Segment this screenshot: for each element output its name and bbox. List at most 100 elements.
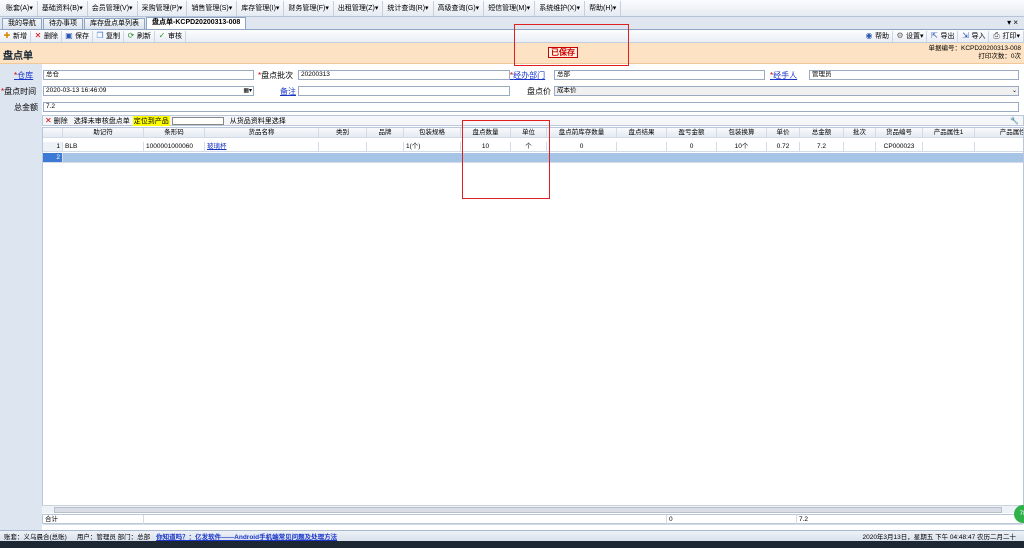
table-cell[interactable]: 7.2 <box>800 142 844 152</box>
tab-stocktake-doc[interactable]: 盘点单-KCPD20200313-008 <box>146 17 247 29</box>
export-icon: ⇱ <box>931 31 938 40</box>
handler-label[interactable]: 经手人 <box>770 70 797 81</box>
dept-field[interactable]: 总部 <box>554 70 765 80</box>
table-cell-link[interactable]: 玻璃杯 <box>205 142 319 152</box>
select-unaudited-button[interactable]: 选择未审核盘点单 <box>74 116 130 126</box>
header-cell[interactable]: 包装规格 <box>404 128 461 138</box>
chevron-down-icon[interactable]: ⌄ <box>1012 87 1017 95</box>
header-cell[interactable]: 盈亏金额 <box>667 128 717 138</box>
warehouse-field[interactable]: 总仓 <box>43 70 254 80</box>
locate-product-input[interactable] <box>171 116 224 125</box>
header-cell[interactable]: 总金额 <box>800 128 844 138</box>
table-cell[interactable]: CP000023 <box>876 142 923 152</box>
table-cell[interactable]: 0 <box>667 142 717 152</box>
save-button[interactable]: ▣ 保存 <box>62 30 93 42</box>
row-number: 1 <box>43 142 63 152</box>
time-value: 2020-03-13 16:46:09 <box>46 87 107 94</box>
header-cell[interactable]: 批次 <box>844 128 876 138</box>
delete-button[interactable]: ✕ 删除 <box>31 30 62 42</box>
price-select[interactable]: 成本价 ⌄ <box>554 86 1019 96</box>
table-cell[interactable] <box>617 142 667 152</box>
menu-item[interactable]: 出租管理(Z)▾ <box>334 0 384 16</box>
menu-item[interactable]: 销售管理(S)▾ <box>187 0 238 16</box>
batch-field[interactable]: 20200313 <box>298 70 510 80</box>
audit-button[interactable]: ✓ 审核 <box>155 30 186 42</box>
product-name-link[interactable]: 玻璃杯 <box>207 143 227 150</box>
tab-todo[interactable]: 待办事项 <box>43 18 83 29</box>
help-button[interactable]: ◉ 帮助 <box>862 30 893 42</box>
table-row[interactable]: 1 BLB 1000001000060 玻璃杯 1(个) 10 个 0 0 10… <box>43 142 1023 152</box>
menu-item[interactable]: 财务管理(F)▾ <box>284 0 334 16</box>
left-panel <box>0 64 42 530</box>
horizontal-scrollbar[interactable] <box>42 505 1024 513</box>
from-catalog-button[interactable]: 从货品资料里选择 <box>230 116 286 126</box>
menu-item[interactable]: 采购管理(P)▾ <box>138 0 188 16</box>
table-cell[interactable] <box>975 142 1023 152</box>
import-button[interactable]: ⇲ 导入 <box>958 30 990 42</box>
menu-item[interactable]: 基础资料(B)▾ <box>38 0 88 16</box>
tab-stocktake-list[interactable]: 库存盘点单列表 <box>84 18 145 29</box>
table-cell[interactable]: 0.72 <box>767 142 800 152</box>
menu-item[interactable]: 会员管理(V)▾ <box>88 0 138 16</box>
menu-item[interactable]: 系统维护(X)▾ <box>535 0 586 16</box>
scrollbar-thumb[interactable] <box>54 507 1002 513</box>
handler-field[interactable]: 管理员 <box>809 70 1019 80</box>
header-cell[interactable]: 单位 <box>511 128 547 138</box>
tab-my-nav[interactable]: 我的导航 <box>2 18 42 29</box>
refresh-button[interactable]: ⟳ 刷新 <box>124 30 155 42</box>
settings-label: 设置▾ <box>905 33 924 40</box>
grid-delete-button[interactable]: 删除 <box>54 116 68 126</box>
table-cell[interactable]: 1000001000060 <box>144 142 205 152</box>
table-cell[interactable]: 个 <box>511 142 547 152</box>
table-cell[interactable]: 10个 <box>717 142 767 152</box>
doc-info: 单据编号：KCPD20200313-008 打印次数：0次 <box>929 45 1022 61</box>
table-cell[interactable]: 0 <box>547 142 617 152</box>
wrench-icon[interactable]: 🔧 <box>1010 117 1019 125</box>
table-row-new[interactable]: 2 <box>43 153 1023 163</box>
table-cell[interactable] <box>319 142 367 152</box>
total-field: 7.2 <box>43 102 1019 112</box>
menu-item[interactable]: 账套(A)▾ <box>2 0 38 16</box>
header-cell[interactable]: 盘点结果 <box>617 128 667 138</box>
calendar-icon[interactable]: ▦▾ <box>243 87 252 95</box>
time-field[interactable]: 2020-03-13 16:46:09 ▦▾ <box>43 86 254 96</box>
news-link[interactable]: 你知道吗？：亿发软件——Android手机端常见问题及处理方法 <box>156 531 337 541</box>
header-cell[interactable]: 助记符 <box>63 128 144 138</box>
print-button[interactable]: ⎙ 打印▾ <box>989 30 1024 42</box>
header-cell[interactable]: 盘点数量 <box>461 128 511 138</box>
header-cell[interactable]: 品牌 <box>367 128 404 138</box>
header-cell[interactable]: 产品属性1 <box>923 128 975 138</box>
header-cell[interactable]: 产品属性2 <box>975 128 1023 138</box>
header-cell[interactable]: 单价 <box>767 128 800 138</box>
header-cell[interactable]: 货品编号 <box>876 128 923 138</box>
check-icon: ✓ <box>158 31 166 40</box>
header-cell[interactable]: 货品名称 <box>205 128 319 138</box>
menu-item[interactable]: 帮助(H)▾ <box>585 0 622 16</box>
table-cell[interactable]: 1(个) <box>404 142 461 152</box>
header-cell[interactable]: 包装换算 <box>717 128 767 138</box>
new-button[interactable]: ✚ 新增 <box>0 30 31 42</box>
dept-label[interactable]: 经办部门 <box>510 70 545 81</box>
table-cell[interactable]: 10 <box>461 142 511 152</box>
menu-item[interactable]: 高级查询(G)▾ <box>434 0 485 16</box>
totals-spacer <box>144 515 667 525</box>
table-cell[interactable]: BLB <box>63 142 144 152</box>
menu-item[interactable]: 库存管理(I)▾ <box>237 0 285 16</box>
table-cell[interactable] <box>923 142 975 152</box>
menu-item[interactable]: 短信管理(M)▾ <box>484 0 536 16</box>
menu-item[interactable]: 统计查询(R)▾ <box>383 0 434 16</box>
remark-label[interactable]: 备注 <box>280 86 296 97</box>
header-cell[interactable]: 条形码 <box>144 128 205 138</box>
remark-field[interactable] <box>298 86 510 96</box>
export-button[interactable]: ⇱ 导出 <box>927 30 959 42</box>
table-cell[interactable] <box>844 142 876 152</box>
copy-button[interactable]: ❐ 复制 <box>93 30 124 42</box>
header-cell[interactable]: 类别 <box>319 128 367 138</box>
header-cell[interactable]: 盘点前库存数量 <box>547 128 617 138</box>
warehouse-label[interactable]: 仓库 <box>14 70 33 81</box>
new-row-cells[interactable] <box>63 153 1023 163</box>
x-icon[interactable]: ✕ <box>45 116 52 125</box>
settings-button[interactable]: ⚙ 设置▾ <box>893 30 928 42</box>
table-cell[interactable] <box>367 142 404 152</box>
close-icon[interactable]: ▾ × <box>1007 18 1018 27</box>
